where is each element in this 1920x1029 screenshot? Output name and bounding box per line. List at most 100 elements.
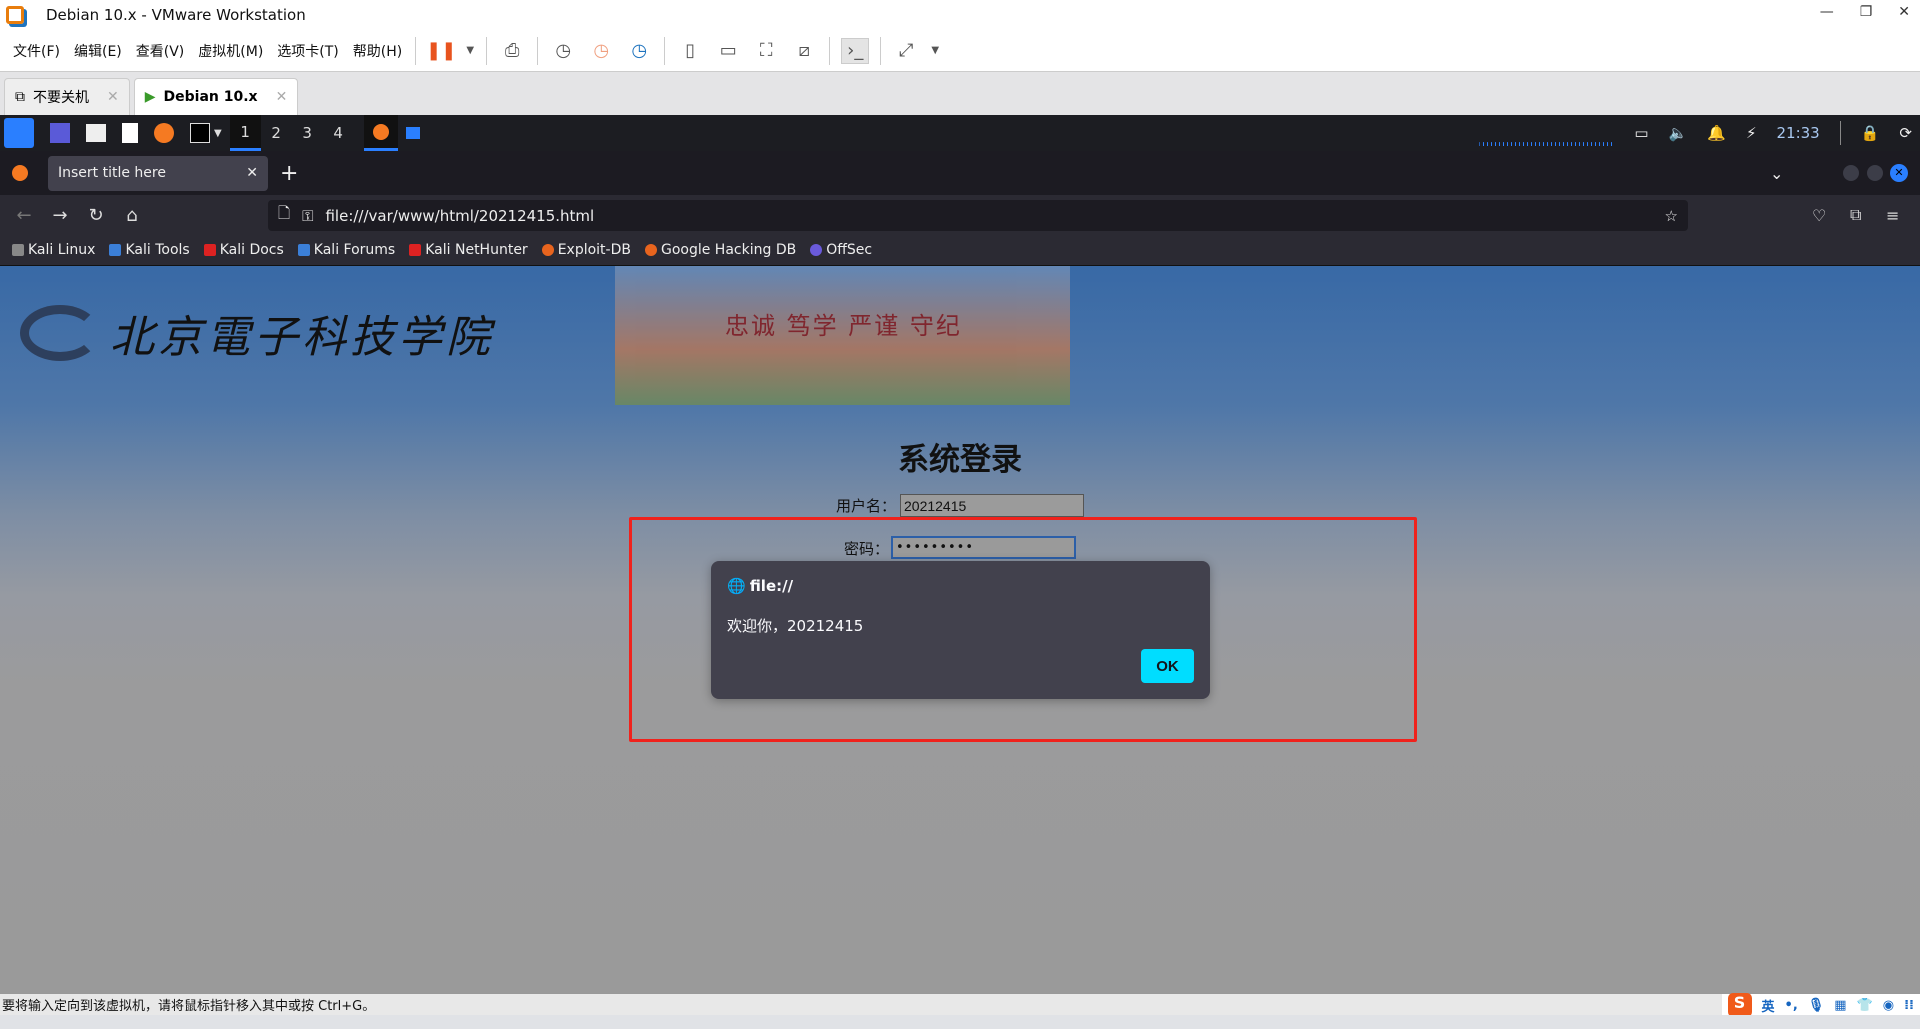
workspace-2[interactable]: 2 xyxy=(261,115,292,151)
restore-icon[interactable]: ❐ xyxy=(1860,4,1873,20)
back-icon[interactable]: ← xyxy=(6,205,42,226)
forward-icon[interactable]: → xyxy=(42,205,78,226)
kali-top-panel: ▼ 1 2 3 4 ▭ 🔈 🔔 ⚡ 21:33 🔒 ⟳ xyxy=(0,115,1920,151)
stretch-icon[interactable]: ⤢ xyxy=(892,38,920,64)
network-icon[interactable]: ▭ xyxy=(1634,124,1648,142)
close-icon[interactable]: ✕ xyxy=(1898,4,1910,20)
minimize-button[interactable] xyxy=(1843,165,1859,181)
desktop-icon[interactable] xyxy=(50,123,70,143)
close-window-button[interactable]: ✕ xyxy=(1890,164,1908,182)
terminal-icon[interactable] xyxy=(190,123,210,143)
nethunter-icon xyxy=(409,244,422,256)
status-bar: 要将输入定向到该虚拟机，请将鼠标指针移入其中或按 Ctrl+G。 S 英 •, … xyxy=(0,993,1920,1017)
web-page: 北京電子科技学院 忠诚 笃学 严谨 守纪 系统登录 用户名： 密码： •••••… xyxy=(0,266,1920,993)
chevron-down-icon[interactable]: ▼ xyxy=(214,128,222,139)
bookmark-kali-nethunter[interactable]: Kali NetHunter xyxy=(409,242,528,258)
bookmark-kali-forums[interactable]: Kali Forums xyxy=(297,242,395,258)
microphone-icon[interactable]: 🎙 xyxy=(1808,998,1825,1013)
snapshot-manager-icon[interactable]: ◷ xyxy=(625,38,653,64)
browser-tab[interactable]: Insert title here ✕ xyxy=(48,155,268,191)
chevron-down-icon[interactable]: ▼ xyxy=(930,38,940,64)
thumbnail-icon[interactable]: ▭ xyxy=(714,38,742,64)
fullscreen-icon[interactable]: ⛶ xyxy=(752,38,780,64)
dialog-message: 欢迎你，20212415 xyxy=(727,617,864,635)
menu-vm[interactable]: 虚拟机(M) xyxy=(191,41,270,61)
clock[interactable]: 21:33 xyxy=(1777,124,1820,142)
page-icon: 🗋 xyxy=(278,204,291,222)
menu-view[interactable]: 查看(V) xyxy=(129,41,192,61)
sogou-icon[interactable]: S xyxy=(1727,993,1752,1017)
ime-language[interactable]: 英 xyxy=(1762,996,1775,1015)
workspace-1[interactable]: 1 xyxy=(229,115,261,151)
close-icon[interactable]: ✕ xyxy=(107,89,119,105)
file-manager-icon[interactable] xyxy=(86,124,106,142)
more-icon[interactable]: ⁞⁞ xyxy=(1904,998,1914,1013)
notification-bell-icon[interactable]: 🔔 xyxy=(1707,124,1726,142)
firefox-icon[interactable] xyxy=(154,123,174,143)
new-tab-button[interactable]: + xyxy=(280,161,298,186)
unity-icon[interactable]: ⧄ xyxy=(790,38,818,64)
key-icon: ⚿ xyxy=(302,206,314,225)
reload-icon[interactable]: ↻ xyxy=(78,205,114,226)
home-icon[interactable]: ⌂ xyxy=(114,205,150,226)
game-icon[interactable]: ◉ xyxy=(1883,998,1894,1013)
header-banner: 北京電子科技学院 忠诚 笃学 严谨 守纪 xyxy=(0,266,1920,405)
pause-icon[interactable]: ❚❚ xyxy=(426,38,456,64)
globe-icon: 🌐 xyxy=(727,577,746,595)
menu-help[interactable]: 帮助(H) xyxy=(346,41,409,61)
pocket-icon[interactable]: ♡ xyxy=(1812,206,1826,225)
taskbar-folder-icon[interactable] xyxy=(405,127,420,139)
close-icon[interactable]: ✕ xyxy=(276,89,288,105)
minimize-icon[interactable]: — xyxy=(1820,4,1834,20)
url-text[interactable]: file:///var/www/html/20212415.html xyxy=(325,207,594,225)
list-tabs-icon[interactable]: ⌄ xyxy=(1770,164,1783,183)
punctuation-icon[interactable]: •, xyxy=(1785,998,1798,1013)
firefox-view-icon[interactable] xyxy=(12,165,28,181)
window-titlebar: Debian 10.x - VMware Workstation — ❐ ✕ xyxy=(0,0,1920,30)
vm-tab-1[interactable]: ▶ Debian 10.x ✕ xyxy=(133,78,299,115)
bookmark-kali-docs[interactable]: Kali Docs xyxy=(203,242,284,258)
bookmark-kali-linux[interactable]: Kali Linux xyxy=(12,242,95,258)
vm-tab-label: 不要关机 xyxy=(33,90,89,106)
keyboard-icon[interactable]: ▦ xyxy=(1834,998,1846,1013)
lock-icon[interactable]: 🔒 xyxy=(1861,124,1880,142)
bookmark-offsec[interactable]: OffSec xyxy=(810,242,872,258)
app-menu-icon[interactable]: ≡ xyxy=(1886,206,1899,225)
bookmark-star-icon[interactable]: ☆ xyxy=(1665,207,1678,225)
workspace-3[interactable]: 3 xyxy=(292,115,323,151)
menu-file[interactable]: 文件(F) xyxy=(6,41,67,61)
revert-snapshot-icon[interactable]: ◷ xyxy=(587,38,615,64)
school-motto: 忠诚 笃学 严谨 守纪 xyxy=(725,312,962,340)
bookmark-ghdb[interactable]: Google Hacking DB xyxy=(644,242,796,258)
vm-tab-0[interactable]: ⧉ 不要关机 ✕ xyxy=(4,78,130,115)
workspace-4[interactable]: 4 xyxy=(323,115,354,151)
text-editor-icon[interactable] xyxy=(122,123,138,143)
kali-menu-icon[interactable] xyxy=(4,118,34,148)
username-input[interactable] xyxy=(900,494,1084,517)
close-tab-icon[interactable]: ✕ xyxy=(246,165,258,181)
url-bar[interactable]: 🗋 ⚿ file:///var/www/html/20212415.html ☆ xyxy=(268,200,1688,231)
maximize-button[interactable] xyxy=(1867,165,1883,181)
ok-button[interactable]: OK xyxy=(1141,649,1194,683)
power-icon[interactable]: ⚡ xyxy=(1746,124,1757,142)
console-icon[interactable]: ›_ xyxy=(841,37,870,64)
firefox-tab-strip: Insert title here ✕ + ⌄ ✕ xyxy=(0,151,1920,195)
bookmark-exploit-db[interactable]: Exploit-DB xyxy=(541,242,631,258)
snapshot-icon[interactable]: ◷ xyxy=(549,38,577,64)
vm-running-icon: ▶ xyxy=(144,89,156,105)
menu-tabs[interactable]: 选项卡(T) xyxy=(270,41,345,61)
menu-edit[interactable]: 编辑(E) xyxy=(67,41,129,61)
navigation-bar: ← → ↻ ⌂ 🗋 ⚿ file:///var/www/html/20212415… xyxy=(0,195,1920,235)
skin-icon[interactable]: 👕 xyxy=(1857,998,1873,1013)
vm-tab-bar: ⧉ 不要关机 ✕ ▶ Debian 10.x ✕ xyxy=(0,72,1920,115)
sidebar-icon[interactable]: ▯ xyxy=(676,38,704,64)
host-taskbar-strip xyxy=(0,1015,1920,1029)
chevron-down-icon[interactable]: ▼ xyxy=(465,38,475,64)
kali-docs-icon xyxy=(203,244,216,256)
volume-icon[interactable]: 🔈 xyxy=(1669,124,1688,142)
taskbar-firefox[interactable] xyxy=(363,115,398,151)
send-keys-icon[interactable]: ⎙ xyxy=(498,38,526,64)
bookmark-kali-tools[interactable]: Kali Tools xyxy=(109,242,190,258)
extensions-icon[interactable]: ⧉ xyxy=(1850,205,1861,225)
logout-icon[interactable]: ⟳ xyxy=(1899,124,1912,142)
